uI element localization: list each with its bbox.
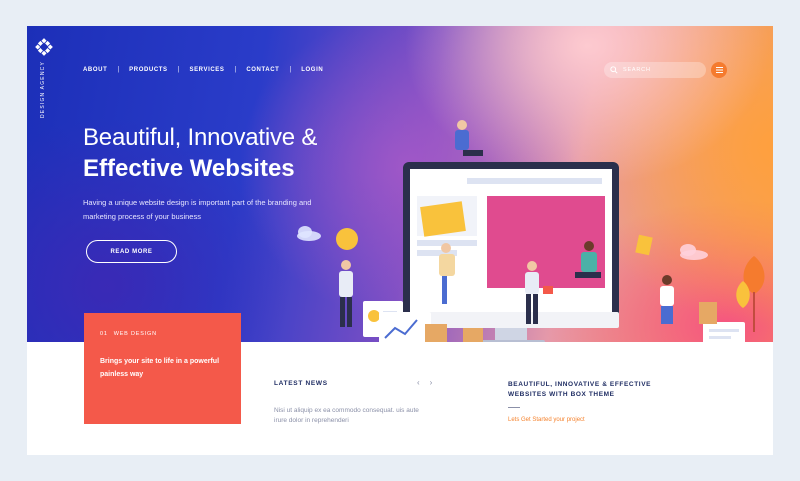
nav-item-about[interactable]: ABOUT	[83, 67, 107, 73]
nav-separator: |	[289, 66, 292, 73]
latest-news-title: LATEST NEWS	[274, 380, 328, 387]
box-shape	[463, 328, 483, 342]
get-started-link[interactable]: Lets Get Started your project	[508, 417, 585, 423]
box-shape	[699, 302, 717, 324]
brand-vertical-text: DESIGN AGENCY	[40, 61, 46, 118]
nav-item-contact[interactable]: CONTACT	[246, 67, 279, 73]
feature-card-category: WEB DESIGN	[113, 331, 157, 337]
nav-item-products[interactable]: PRODUCTS	[129, 67, 167, 73]
person-figure	[660, 275, 674, 324]
promo-title: BEAUTIFUL, INNOVATIVE & EFFECTIVE WEBSIT…	[508, 381, 652, 398]
person-figure	[339, 260, 353, 327]
main-nav: ABOUT | PRODUCTS | SERVICES | CONTACT | …	[83, 66, 323, 73]
news-pager: ‹ ›	[417, 378, 432, 387]
nav-item-login[interactable]: LOGIN	[301, 67, 323, 73]
hamburger-icon	[715, 67, 723, 73]
hero-title-line2: Effective Websites	[83, 155, 295, 182]
nav-separator: |	[234, 66, 237, 73]
search-icon	[610, 66, 618, 74]
person-figure	[455, 120, 483, 156]
feature-card-number: 01	[100, 331, 108, 337]
sun-icon	[336, 228, 358, 250]
nav-separator: |	[117, 66, 120, 73]
box-shape	[425, 324, 447, 342]
note-shape	[635, 234, 653, 256]
menu-button[interactable]	[711, 62, 727, 78]
cloud-icon	[297, 226, 321, 241]
nav-item-services[interactable]: SERVICES	[189, 67, 224, 73]
search-placeholder: SEARCH	[623, 67, 651, 73]
cloud-icon	[680, 244, 708, 260]
brand-logo-icon[interactable]	[35, 38, 53, 56]
latest-news-text: Nisi ut aliquip ex ea commodo consequat.…	[274, 407, 419, 424]
feature-card[interactable]: 01 WEB DESIGN Brings your site to life i…	[84, 313, 241, 424]
dashboard-card	[703, 322, 745, 342]
read-more-button[interactable]: READ MORE	[86, 240, 177, 263]
note-shape	[420, 201, 466, 237]
dashboard-card	[379, 312, 431, 342]
chevron-left-icon[interactable]: ‹	[417, 378, 420, 387]
page-frame: DESIGN AGENCY ABOUT | PRODUCTS | SERVICE…	[27, 26, 773, 455]
hero-section: DESIGN AGENCY ABOUT | PRODUCTS | SERVICE…	[27, 26, 773, 342]
nav-separator: |	[177, 66, 180, 73]
promo-divider	[508, 407, 520, 408]
feature-card-kicker: 01 WEB DESIGN	[100, 331, 225, 337]
hero-illustration	[297, 120, 765, 342]
chevron-right-icon[interactable]: ›	[430, 378, 433, 387]
sidebar: DESIGN AGENCY	[27, 26, 57, 342]
tree-icon	[736, 256, 765, 332]
search-input[interactable]: SEARCH	[604, 62, 706, 78]
feature-card-tagline: Brings your site to life in a powerful p…	[100, 358, 220, 378]
